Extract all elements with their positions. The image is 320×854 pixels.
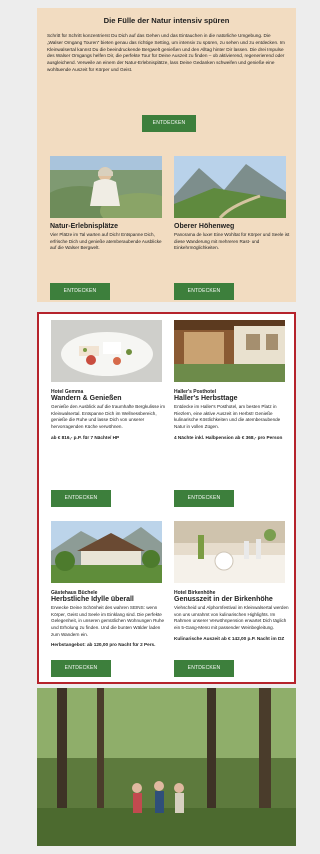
- offer-hotel-gemma: Hotel Gemma Wandern & Genießen Genieße d…: [51, 389, 169, 441]
- gaestehaus-buechele-button[interactable]: ENTDECKEN: [51, 660, 111, 677]
- hallers-posthotel-button[interactable]: ENTDECKEN: [174, 490, 234, 507]
- offer-text: Entdecke im Haller's Posthotel, am beste…: [174, 404, 281, 430]
- offer-price: Herbstangebot: ab 120,00 pro Nacht für 2…: [51, 642, 156, 648]
- offer-price: ab € 816,- p.P. für 7 Nächte/ HP: [51, 434, 120, 440]
- offer-title: Haller's Herbsttage: [174, 395, 238, 402]
- food-plate-image: [51, 320, 162, 382]
- hotel-offers-section: Hotel Gemma Wandern & Genießen Genieße d…: [37, 312, 296, 684]
- tile-text: Panorama de luxe! Eine Wohltat für Körpe…: [174, 232, 290, 251]
- hiker-woman-image: [50, 156, 162, 218]
- offer-text: Erwecke Deine Schönheit des wahren SEINS…: [51, 605, 165, 637]
- intro-discover-button[interactable]: ENTDECKEN: [142, 115, 196, 132]
- mountain-trail-image: [174, 156, 286, 218]
- offer-title: Herbstliche Idylle überall: [51, 596, 134, 603]
- offer-text: Genieße den Ausblick auf die traumhafte …: [51, 404, 166, 430]
- tile-text: Vier Plätze im Tal warten auf Dich! Ents…: [50, 232, 162, 251]
- nature-tiles-section: Natur-Erlebnisplätze Vier Plätze im Tal …: [37, 150, 296, 302]
- tile-title: Oberer Höhenweg: [174, 223, 235, 230]
- offer-hallers-posthotel: Haller's Posthotel Haller's Herbsttage E…: [174, 389, 292, 441]
- tile-natur-erlebnisplaetze: Natur-Erlebnisplätze Vier Plätze im Tal …: [50, 223, 168, 252]
- intro-text: Schritt für Schritt konzentrierst Du Dic…: [47, 33, 285, 73]
- offer-text: Viehscheid und Alphornfestival im Kleinw…: [174, 605, 289, 631]
- tile-oberer-hoehenweg: Oberer Höhenweg Panorama de luxe! Eine W…: [174, 223, 292, 252]
- hotel-birkenhoehe-button[interactable]: ENTDECKEN: [174, 660, 234, 677]
- chalet-garden-image: [51, 521, 162, 583]
- hotel-terrace-image: [174, 320, 285, 382]
- offer-title: Genusszeit in der Birkenhöhe: [174, 596, 273, 603]
- forest-hikers-image: [37, 688, 296, 846]
- offer-title: Wandern & Genießen: [51, 395, 122, 402]
- hotel-gemma-button[interactable]: ENTDECKEN: [51, 490, 111, 507]
- offer-price: 4 Nächte inkl. Halbpension ab € 368,- pr…: [174, 434, 283, 440]
- natur-erlebnisplaetze-button[interactable]: ENTDECKEN: [50, 283, 110, 300]
- intro-title: Die Fülle der Natur intensiv spüren: [103, 16, 230, 25]
- oberer-hoehenweg-button[interactable]: ENTDECKEN: [174, 283, 234, 300]
- offer-price: Kulinarische Auszeit ab € 142,00 p.P. Na…: [174, 635, 285, 641]
- offer-gaestehaus-buechele: Gästehaus Büchele Herbstliche Idylle übe…: [51, 590, 169, 649]
- dining-table-image: [174, 521, 285, 583]
- offer-hotel-birkenhoehe: Hotel Birkenhöhe Genusszeit in der Birke…: [174, 590, 292, 642]
- tile-title: Natur-Erlebnisplätze: [50, 223, 119, 230]
